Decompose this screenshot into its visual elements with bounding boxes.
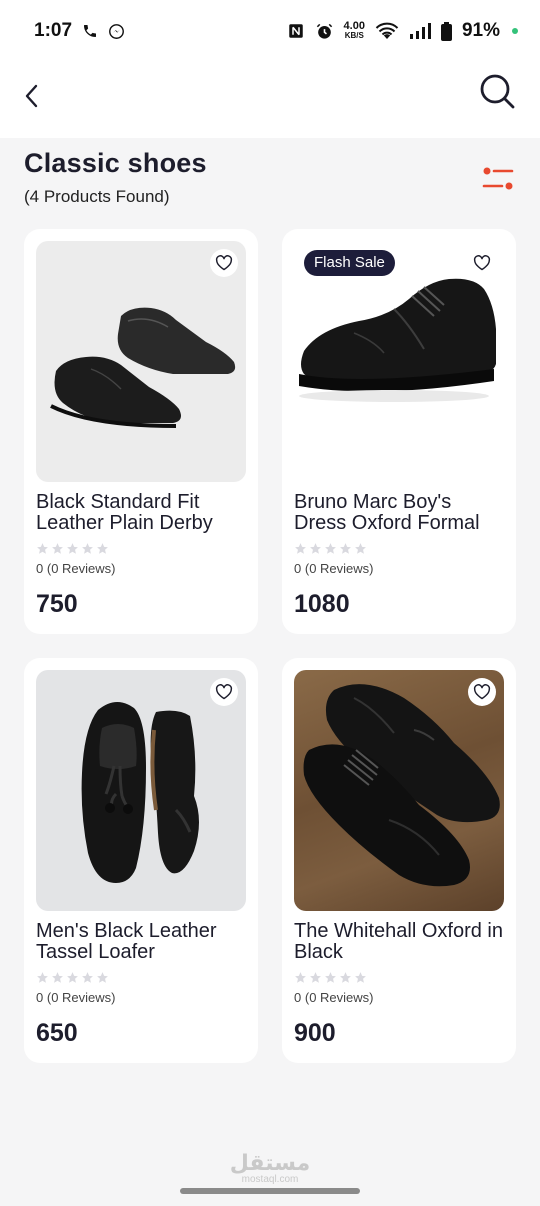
wifi-icon xyxy=(375,22,399,40)
filter-button[interactable] xyxy=(482,166,514,192)
product-image[interactable] xyxy=(36,670,246,911)
star-empty-icon xyxy=(82,543,93,554)
star-rating xyxy=(36,542,246,555)
title-block: Classic shoes (4 Products Found) xyxy=(24,148,207,207)
star-empty-icon xyxy=(52,972,63,983)
star-rating xyxy=(294,971,504,984)
net-speed-value: 4.00 xyxy=(343,20,365,32)
star-empty-icon xyxy=(295,972,306,983)
nfc-icon xyxy=(287,22,305,40)
status-left: 1:07 xyxy=(34,20,125,42)
product-price: 900 xyxy=(294,1019,336,1047)
heart-outline-icon xyxy=(215,255,233,271)
star-empty-icon xyxy=(37,543,48,554)
page-title: Classic shoes xyxy=(24,148,207,178)
rating-value: 0 xyxy=(294,561,302,576)
phone-icon xyxy=(82,23,98,39)
app-header xyxy=(0,62,540,138)
search-icon xyxy=(480,74,515,109)
search-button[interactable] xyxy=(478,72,518,112)
review-summary: 0 (0 Reviews) xyxy=(294,561,504,576)
star-empty-icon xyxy=(97,543,108,554)
product-grid: Black Standard Fit Leather Plain Derby 0… xyxy=(24,229,516,1063)
status-bar: 1:07 4.00 KB/S 91% xyxy=(0,0,540,62)
wishlist-button[interactable] xyxy=(210,249,238,277)
filter-icon xyxy=(482,167,514,190)
review-count: (0 Reviews) xyxy=(46,561,116,576)
star-empty-icon xyxy=(295,543,306,554)
derby-shoes-image xyxy=(50,307,236,428)
status-right: 4.00 KB/S 91% xyxy=(287,20,518,42)
whitehall-oxford-image xyxy=(303,684,500,887)
star-empty-icon xyxy=(67,543,78,554)
battery-icon xyxy=(440,21,452,41)
watermark-logo-text: مستقل xyxy=(229,1150,311,1175)
product-name: The Whitehall Oxford in Black xyxy=(294,921,503,963)
star-empty-icon xyxy=(310,972,321,983)
watermark: مستقل mostaql.com xyxy=(0,1150,540,1185)
star-empty-icon xyxy=(37,972,48,983)
tassel-loafer-image xyxy=(81,701,199,883)
wishlist-button[interactable] xyxy=(210,678,238,706)
product-image[interactable] xyxy=(36,241,246,482)
watermark-url: mostaql.com xyxy=(241,1174,299,1185)
flash-sale-badge: Flash Sale xyxy=(304,250,395,276)
review-summary: 0 (0 Reviews) xyxy=(36,990,246,1005)
product-price: 750 xyxy=(36,590,78,618)
review-count: (0 Reviews) xyxy=(46,990,116,1005)
product-name: Bruno Marc Boy's Dress Oxford Formal xyxy=(294,492,480,534)
star-rating xyxy=(294,542,504,555)
product-name: Black Standard Fit Leather Plain Derby xyxy=(36,492,213,534)
star-empty-icon xyxy=(52,543,63,554)
product-image[interactable] xyxy=(294,670,504,911)
review-count: (0 Reviews) xyxy=(304,990,374,1005)
star-empty-icon xyxy=(325,543,336,554)
product-card[interactable]: Men's Black Leather Tassel Loafer 0 (0 R… xyxy=(24,658,258,1063)
star-rating xyxy=(36,971,246,984)
heart-outline-icon xyxy=(473,255,491,271)
rating-value: 0 xyxy=(36,561,44,576)
star-empty-icon xyxy=(340,972,351,983)
product-name: Men's Black Leather Tassel Loafer xyxy=(36,921,217,963)
privacy-dot-icon xyxy=(512,28,518,34)
net-speed-unit: KB/S xyxy=(344,31,364,40)
review-summary: 0 (0 Reviews) xyxy=(36,561,246,576)
wishlist-button[interactable] xyxy=(468,678,496,706)
review-summary: 0 (0 Reviews) xyxy=(294,990,504,1005)
star-empty-icon xyxy=(325,972,336,983)
product-price: 1080 xyxy=(294,590,350,618)
alarm-icon xyxy=(315,22,334,41)
star-empty-icon xyxy=(310,543,321,554)
star-empty-icon xyxy=(82,972,93,983)
status-time: 1:07 xyxy=(34,20,73,41)
battery-percent: 91% xyxy=(461,20,500,41)
product-card[interactable]: Black Standard Fit Leather Plain Derby 0… xyxy=(24,229,258,634)
rating-value: 0 xyxy=(294,990,302,1005)
review-count: (0 Reviews) xyxy=(304,561,374,576)
rating-value: 0 xyxy=(36,990,44,1005)
star-empty-icon xyxy=(355,543,366,554)
network-speed: 4.00 KB/S xyxy=(343,20,365,41)
chevron-left-icon xyxy=(25,84,38,108)
heart-outline-icon xyxy=(473,684,491,700)
star-empty-icon xyxy=(340,543,351,554)
heart-outline-icon xyxy=(215,684,233,700)
back-button[interactable] xyxy=(18,80,46,112)
star-empty-icon xyxy=(355,972,366,983)
messenger-icon xyxy=(108,23,125,40)
signal-icon xyxy=(409,23,431,39)
product-image[interactable]: Flash Sale xyxy=(294,241,504,482)
oxford-shoe-image xyxy=(299,278,496,402)
wishlist-button[interactable] xyxy=(468,249,496,277)
product-card[interactable]: Flash Sale Bruno Marc Boy's Dress Oxford… xyxy=(282,229,516,634)
product-card[interactable]: The Whitehall Oxford in Black 0 (0 Revie… xyxy=(282,658,516,1063)
home-indicator[interactable] xyxy=(180,1188,360,1194)
star-empty-icon xyxy=(67,972,78,983)
product-price: 650 xyxy=(36,1019,78,1047)
star-empty-icon xyxy=(97,972,108,983)
products-found-count: (4 Products Found) xyxy=(24,187,170,206)
